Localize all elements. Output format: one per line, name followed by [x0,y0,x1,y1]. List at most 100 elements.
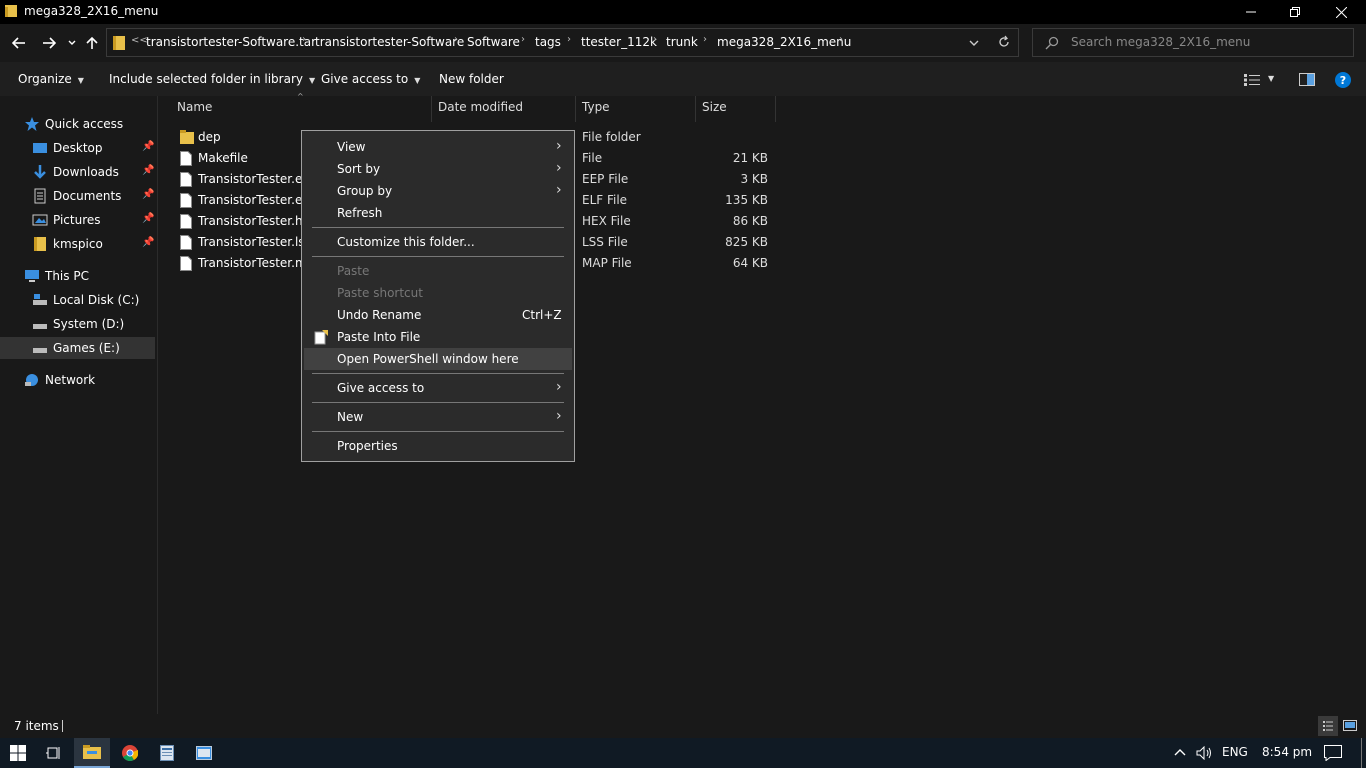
breadcrumb-item[interactable]: Software [467,35,520,49]
nav-item-local-disk[interactable]: Local Disk (C:) [0,289,155,311]
menu-item-paste-shortcut[interactable]: Paste shortcut [304,282,572,304]
menu-separator [312,227,564,228]
file-icon [180,151,192,166]
menu-item-open-powershell[interactable]: Open PowerShell window here [304,348,572,370]
menu-item-give-access[interactable]: Give access to › [304,377,572,399]
folder-icon [5,5,17,17]
pin-icon: 📌 [142,165,155,176]
chevron-right-icon[interactable]: › [653,34,657,45]
context-menu: View › Sort by › Group by › Refresh Cust… [301,130,575,462]
menu-item-new[interactable]: New › [304,406,572,428]
menu-label: Open PowerShell window here [337,352,519,366]
nav-item-downloads[interactable]: Downloads 📌 [0,161,155,183]
drive-icon [33,324,47,329]
chevron-right-icon[interactable]: › [454,34,458,45]
volume-icon[interactable] [1196,746,1214,760]
column-divider[interactable] [431,96,432,122]
column-divider[interactable] [775,96,776,122]
give-access-button[interactable]: Give access to ▼ [321,72,420,86]
forward-button[interactable] [38,32,60,54]
nav-item-kmspico[interactable]: kmspico 📌 [0,233,155,255]
column-divider[interactable] [575,96,576,122]
start-button[interactable] [0,738,36,768]
menu-item-view[interactable]: View › [304,136,572,158]
include-label: Include selected folder in library [109,72,303,86]
clock[interactable]: 8:54 pm [1262,745,1312,759]
menu-item-undo-rename[interactable]: Undo Rename Ctrl+Z [304,304,572,326]
refresh-icon[interactable] [997,35,1011,49]
menu-item-group-by[interactable]: Group by › [304,180,572,202]
menu-label: Paste Into File [337,330,421,344]
column-header-size[interactable]: Size [702,100,727,120]
close-button[interactable] [1318,0,1364,24]
address-bar[interactable]: << transistortester-Software.tar › trans… [106,28,1019,57]
search-input[interactable]: Search mega328_2X16_menu [1032,28,1354,57]
new-folder-button[interactable]: New folder [439,72,504,86]
breadcrumb-item[interactable]: ttester_112k [581,35,657,49]
column-header-name[interactable]: Name [177,100,212,120]
chevron-right-icon[interactable]: › [302,34,306,45]
details-view-button[interactable] [1318,716,1338,736]
chevron-right-icon[interactable]: › [521,34,525,45]
minimize-button[interactable] [1228,0,1274,24]
menu-item-customize[interactable]: Customize this folder... [304,231,572,253]
breadcrumb-item[interactable]: trunk [666,35,698,49]
caret-down-icon[interactable]: ▼ [1268,74,1274,83]
nav-label: kmspico [53,237,103,251]
restore-button[interactable] [1272,0,1318,24]
chevron-right-icon: › [556,138,562,154]
organize-button[interactable]: Organize ▼ [18,72,84,86]
menu-item-paste-into-file[interactable]: Paste Into File [304,326,572,348]
menu-item-properties[interactable]: Properties [304,435,572,457]
notifications-icon[interactable] [1324,745,1342,761]
chevron-right-icon[interactable]: › [839,34,843,45]
up-button[interactable] [82,32,102,54]
column-divider[interactable] [695,96,696,122]
breadcrumb-item[interactable]: transistortester-Software.tar [146,35,316,49]
nav-item-quick-access[interactable]: Quick access [0,113,155,135]
menu-label: Give access to [337,381,425,395]
restore-icon [1290,7,1300,17]
file-name: dep [198,130,221,144]
taskbar-chrome[interactable] [112,738,148,768]
nav-label: Local Disk (C:) [53,293,140,307]
column-header-date[interactable]: Date modified [438,100,523,120]
help-icon[interactable]: ? [1335,72,1351,88]
chevron-right-icon[interactable]: › [703,34,707,45]
item-count: 7 items [14,719,59,733]
recent-locations-button[interactable] [64,32,80,54]
view-options-icon[interactable] [1244,74,1260,86]
language-indicator[interactable]: ENG [1222,745,1248,759]
nav-item-network[interactable]: Network [0,369,155,391]
show-desktop-button[interactable] [1361,738,1362,768]
nav-item-games-drive[interactable]: Games (E:) [0,337,155,359]
back-button[interactable] [8,32,30,54]
taskbar-file-explorer[interactable] [74,738,110,768]
task-view-button[interactable] [36,738,72,768]
nav-item-desktop[interactable]: Desktop 📌 [0,137,155,159]
nav-item-documents[interactable]: Documents 📌 [0,185,155,207]
nav-item-system-drive[interactable]: System (D:) [0,313,155,335]
app-window-icon [160,745,174,761]
menu-item-refresh[interactable]: Refresh [304,202,572,224]
folder-icon [180,130,194,144]
large-icons-view-icon[interactable] [1343,720,1357,731]
nav-item-pictures[interactable]: Pictures 📌 [0,209,155,231]
file-name: TransistorTester.eep [198,172,318,186]
chevron-down-icon[interactable] [969,40,979,47]
menu-item-sort-by[interactable]: Sort by › [304,158,572,180]
column-header-type[interactable]: Type [582,100,610,120]
taskbar-app[interactable] [149,738,185,768]
breadcrumb-item[interactable]: transistortester-Software [315,35,464,49]
file-size: 64 KB [732,256,768,270]
nav-item-this-pc[interactable]: This PC [0,265,155,287]
chevron-right-icon[interactable]: › [567,34,571,45]
breadcrumb-item[interactable]: tags [535,35,561,49]
taskbar-app[interactable] [186,738,222,768]
preview-pane-icon[interactable] [1299,73,1315,86]
menu-item-paste[interactable]: Paste [304,260,572,282]
include-in-library-button[interactable]: Include selected folder in library ▼ [109,72,315,86]
status-bar: 7 items [0,714,1366,738]
breadcrumb-item-current[interactable]: mega328_2X16_menu [717,35,851,49]
chevron-up-icon[interactable] [1174,748,1186,756]
